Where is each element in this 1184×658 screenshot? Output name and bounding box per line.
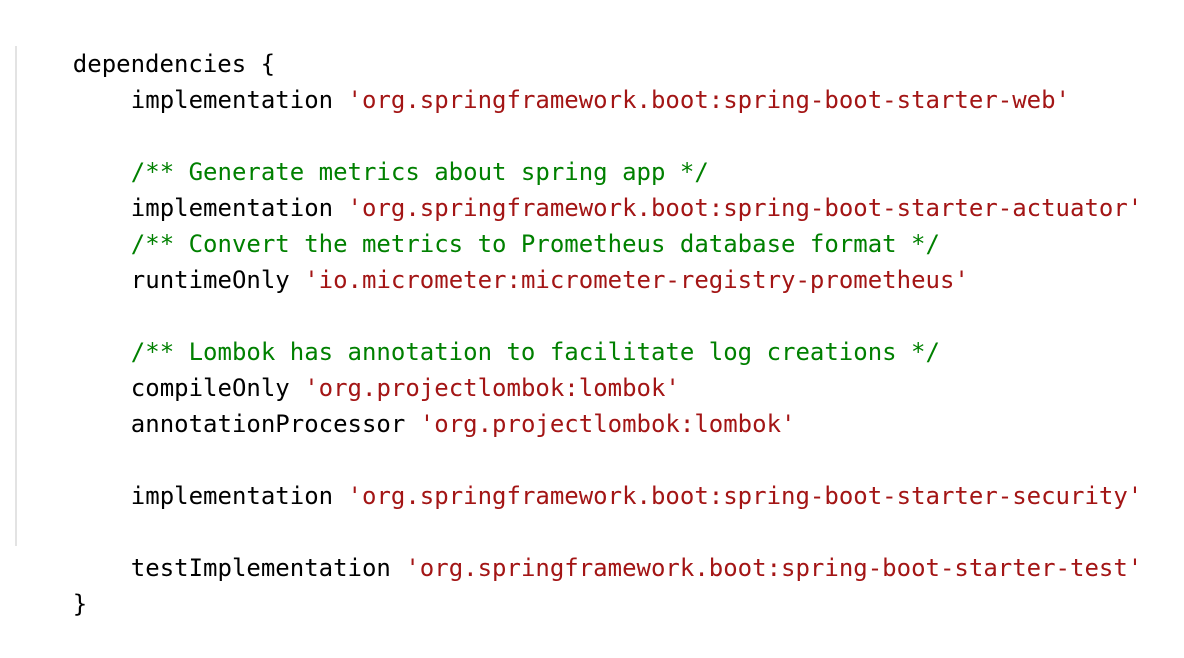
- code-line-dependency: compileOnly 'org.projectlombok:lombok': [73, 334, 680, 402]
- code-line-close: }: [15, 550, 87, 618]
- dependency-config: testImplementation: [130, 554, 391, 582]
- dependency-config: annotationProcessor: [130, 410, 406, 438]
- code-line-dependency: implementation 'org.springframework.boot…: [73, 46, 1070, 114]
- block-close: }: [72, 590, 88, 618]
- dependency-artifact: 'io.micrometer:micrometer-registry-prome…: [304, 266, 969, 294]
- code-block: dependencies { implementation 'org.sprin…: [0, 0, 1184, 618]
- dependency-config: implementation: [130, 482, 334, 510]
- code-line-dependency: annotationProcessor 'org.projectlombok:l…: [73, 370, 796, 438]
- code-line-dependency: implementation 'org.springframework.boot…: [73, 442, 1142, 510]
- code-line-comment: /** Generate metrics about spring app */: [73, 118, 709, 186]
- dependency-artifact: 'org.springframework.boot:spring-boot-st…: [347, 482, 1143, 510]
- code-line-dependency: implementation 'org.springframework.boot…: [73, 154, 1142, 222]
- code-line-open: dependencies {: [15, 10, 275, 78]
- code-line-comment: /** Convert the metrics to Prometheus da…: [73, 190, 940, 258]
- dependency-config: runtimeOnly: [130, 266, 290, 294]
- code-line-dependency: runtimeOnly 'io.micrometer:micrometer-re…: [73, 226, 969, 294]
- dependency-artifact: 'org.springframework.boot:spring-boot-st…: [405, 554, 1143, 582]
- dependency-artifact: 'org.springframework.boot:spring-boot-st…: [347, 86, 1071, 114]
- indent-guide: [15, 46, 17, 546]
- code-line-comment: /** Lombok has annotation to facilitate …: [73, 298, 940, 366]
- code-line-dependency: testImplementation 'org.springframework.…: [73, 514, 1142, 582]
- dependency-artifact: 'org.projectlombok:lombok': [419, 410, 796, 438]
- dependency-config: implementation: [130, 86, 334, 114]
